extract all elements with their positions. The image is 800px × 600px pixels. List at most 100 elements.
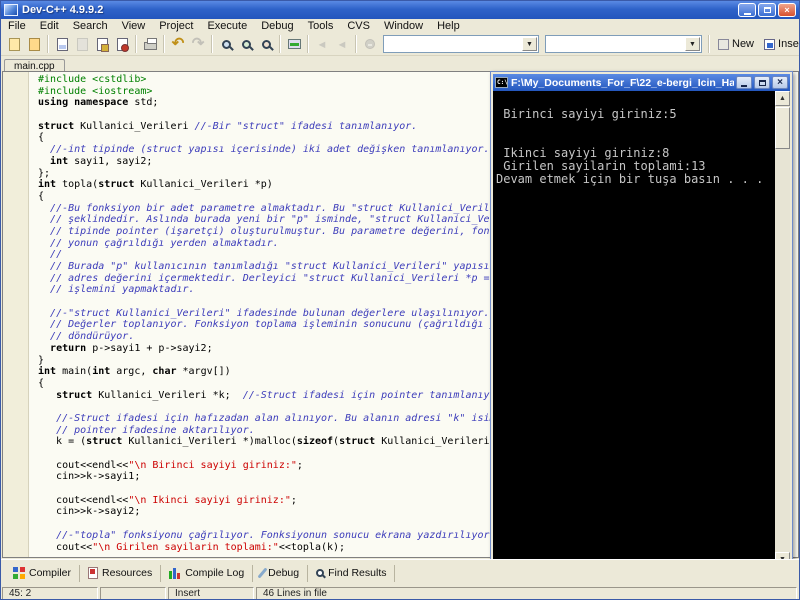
title-bar: Dev-C++ 4.9.9.2 × — [1, 1, 799, 19]
tab-resources[interactable]: Resources — [80, 565, 161, 582]
status-panel-2 — [100, 587, 166, 600]
class-combo[interactable]: ▼ — [383, 35, 539, 53]
toolbar-separator — [307, 35, 309, 53]
editor-gutter — [3, 72, 29, 557]
open-file-icon — [29, 38, 40, 51]
menu-search[interactable]: Search — [66, 19, 115, 33]
tab-label: Compiler — [29, 567, 71, 579]
close-all-icon[interactable] — [112, 34, 132, 54]
close-all-icon — [117, 38, 128, 51]
menu-bar: FileEditSearchViewProjectExecuteDebugToo… — [1, 19, 799, 33]
console-close-button[interactable]: × — [772, 76, 788, 89]
app-icon — [4, 4, 18, 16]
save-all-icon — [77, 38, 88, 51]
redo-icon — [188, 34, 208, 54]
compile-icon — [222, 40, 231, 49]
window-title: Dev-C++ 4.9.9.2 — [22, 4, 738, 16]
tab-compiler[interactable]: Compiler — [5, 565, 80, 582]
toolbar-separator — [135, 35, 137, 53]
toolbar-separator — [279, 35, 281, 53]
console-text: Birinci sayiyi giriniz:5 Ikinci sayiyi g… — [493, 91, 790, 190]
redo-icon — [192, 35, 205, 53]
save-all-icon — [72, 34, 92, 54]
compiler-grid-icon — [13, 567, 25, 579]
editor-tab-row: main.cpp — [1, 56, 799, 71]
save-icon — [57, 38, 68, 51]
member-combo[interactable]: ▼ — [545, 35, 702, 53]
close-button[interactable]: × — [778, 3, 796, 17]
close-file-icon — [97, 38, 108, 51]
console-title-bar: C:\ F:\My_Documents_For_F\22_e-bergi_Ici… — [493, 74, 790, 91]
toolbar-separator — [708, 35, 710, 53]
restore-button[interactable] — [758, 3, 776, 17]
insert-button[interactable]: Insert — [759, 34, 800, 54]
menu-view[interactable]: View — [115, 19, 153, 33]
menu-debug[interactable]: Debug — [254, 19, 300, 33]
compile-run-icon[interactable] — [256, 34, 276, 54]
print-icon[interactable] — [140, 34, 160, 54]
menu-tools[interactable]: Tools — [301, 19, 341, 33]
debug-icon — [312, 34, 332, 54]
console-title: F:\My_Documents_For_F\22_e-bergi_Icin_Ha… — [511, 77, 734, 89]
insert-mode-indicator: Insert — [168, 587, 254, 600]
toolbar-separator — [355, 35, 357, 53]
devcpp-window: Dev-C++ 4.9.9.2 × FileEditSearchViewProj… — [0, 0, 800, 600]
profile-icon — [332, 34, 352, 54]
minimize-button[interactable] — [738, 3, 756, 17]
vertical-scroll-thumb[interactable] — [775, 107, 790, 149]
toolbar-separator — [47, 35, 49, 53]
console-output[interactable]: Birinci sayiyi giriniz:5 Ikinci sayiyi g… — [493, 91, 790, 567]
profile-icon — [337, 35, 348, 53]
chevron-down-icon[interactable]: ▼ — [522, 37, 537, 51]
new-checkbox-icon — [718, 39, 729, 50]
menu-edit[interactable]: Edit — [33, 19, 66, 33]
compile-run-icon — [262, 40, 271, 49]
menu-file[interactable]: File — [1, 19, 33, 33]
tab-find-results[interactable]: Find Results — [308, 565, 395, 582]
new-button[interactable]: New — [713, 34, 759, 54]
undo-icon — [172, 35, 185, 53]
compile-log-chart-icon — [169, 567, 181, 579]
rebuild-all-icon — [288, 39, 301, 49]
chevron-down-icon[interactable]: ▼ — [685, 37, 700, 51]
tab-label: Resources — [102, 567, 152, 579]
abort-icon — [365, 39, 375, 49]
abort-icon — [360, 34, 380, 54]
new-source-icon[interactable] — [4, 34, 24, 54]
new-source-icon — [9, 38, 20, 51]
menu-cvs[interactable]: CVS — [340, 19, 377, 33]
toolbar: ▼ ▼ New Insert Toggle — [1, 33, 799, 56]
menu-execute[interactable]: Execute — [200, 19, 254, 33]
insert-icon — [764, 39, 775, 50]
find-results-magnifier-icon — [316, 569, 324, 577]
console-maximize-button[interactable] — [754, 76, 770, 89]
save-icon[interactable] — [52, 34, 72, 54]
console-vertical-scrollbar[interactable]: ▲ ▼ — [775, 91, 790, 567]
rebuild-all-icon[interactable] — [284, 34, 304, 54]
report-tab-bar: Compiler Resources Compile Log Debug Find Re… — [1, 559, 799, 586]
menu-window[interactable]: Window — [377, 19, 430, 33]
compile-icon[interactable] — [216, 34, 236, 54]
undo-icon[interactable] — [168, 34, 188, 54]
console-window: C:\ F:\My_Documents_For_F\22_e-bergi_Ici… — [490, 71, 793, 586]
run-icon[interactable] — [236, 34, 256, 54]
toolbar-separator — [211, 35, 213, 53]
status-bar: 45: 2 Insert 46 Lines in file — [1, 586, 799, 600]
console-minimize-button[interactable] — [736, 76, 752, 89]
run-icon — [242, 40, 251, 49]
tab-label: Find Results — [328, 567, 386, 579]
open-file-icon[interactable] — [24, 34, 44, 54]
tab-debug[interactable]: Debug — [253, 565, 308, 582]
tab-compile-log[interactable]: Compile Log — [161, 565, 253, 582]
scroll-up-arrow-icon[interactable]: ▲ — [775, 91, 790, 106]
debug-pen-icon — [258, 567, 268, 578]
tab-label: Debug — [268, 567, 299, 579]
tab-label: Compile Log — [185, 567, 244, 579]
menu-project[interactable]: Project — [152, 19, 200, 33]
menu-help[interactable]: Help — [430, 19, 467, 33]
resources-page-icon — [88, 567, 98, 579]
cursor-position: 45: 2 — [2, 587, 98, 600]
print-icon — [144, 42, 157, 50]
debug-icon — [317, 35, 328, 53]
close-file-icon[interactable] — [92, 34, 112, 54]
